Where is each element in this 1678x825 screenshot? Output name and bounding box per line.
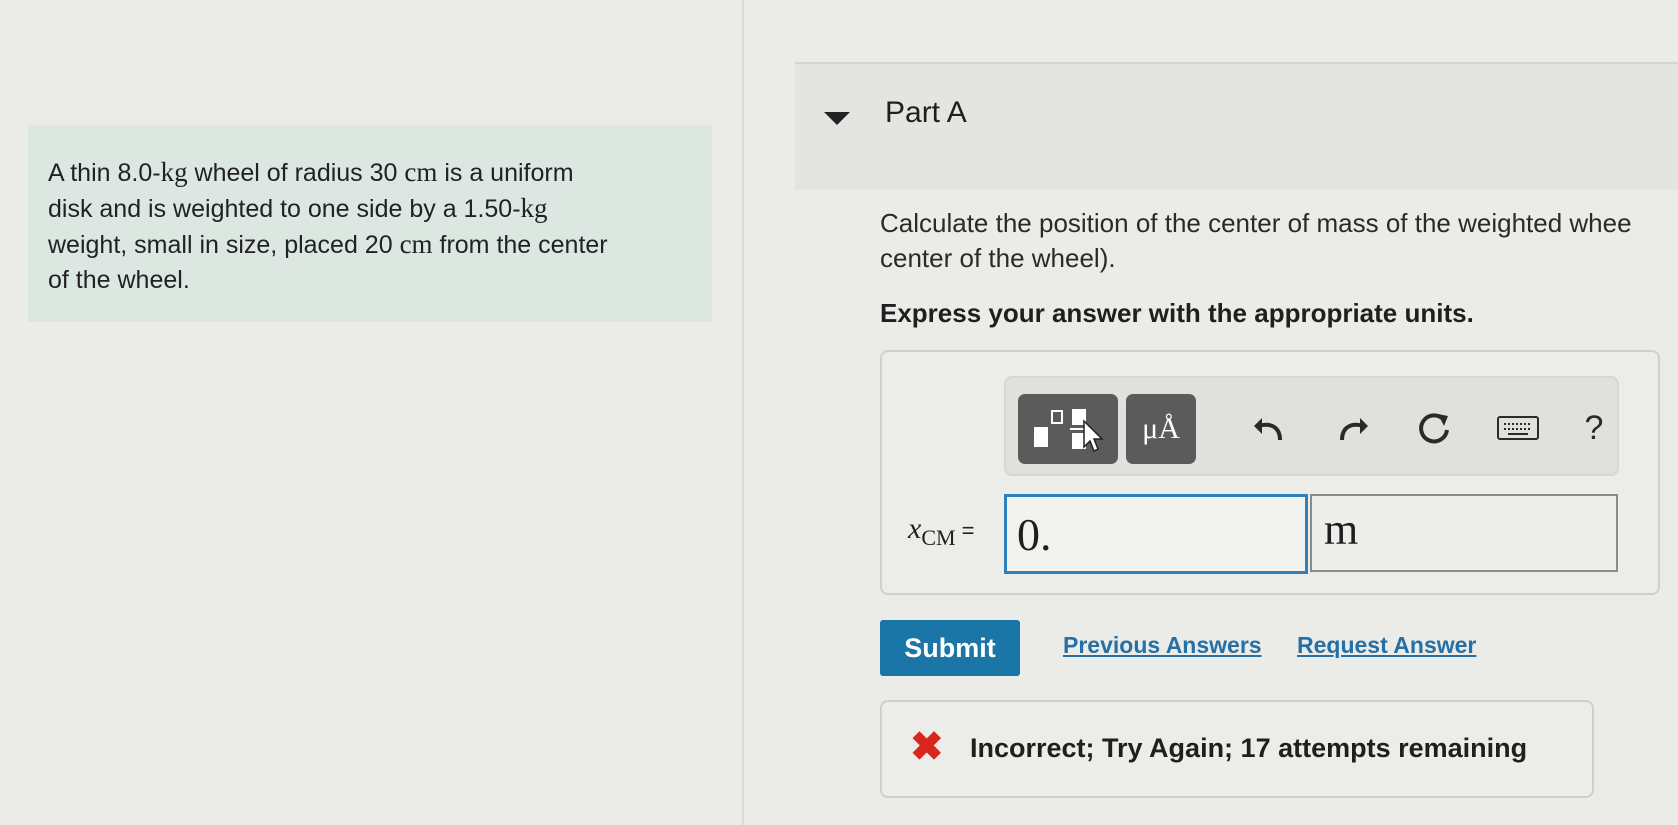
text: wheel of radius 30 [187, 159, 405, 187]
feedback-message: Incorrect; Try Again; 17 attempts remain… [970, 733, 1528, 763]
equals-sign: = [961, 518, 975, 543]
unit-input[interactable]: m [1310, 494, 1618, 572]
panel-divider [742, 0, 744, 825]
problem-line-2: disk and is weighted to one side by a 1.… [48, 191, 692, 227]
help-icon[interactable]: ? [1566, 400, 1622, 456]
caret-down-icon[interactable] [824, 112, 850, 125]
units-button[interactable]: μÅ [1126, 394, 1196, 464]
question-line-1: Calculate the position of the center of … [880, 208, 1632, 238]
incorrect-x-icon: ✖ [910, 725, 944, 769]
keyboard-glyph [1497, 416, 1539, 440]
text: A thin 8.0- [48, 159, 161, 187]
reset-glyph [1419, 413, 1449, 444]
redo-glyph [1340, 418, 1368, 441]
question-line-2: center of the wheel). [880, 243, 1116, 273]
problem-line-4: of the wheel. [48, 266, 190, 294]
templates-icon [1034, 409, 1104, 453]
math-toolbar: μÅ ? [1004, 376, 1619, 476]
problem-statement: A thin 8.0-kg wheel of radius 30 cm is a… [28, 125, 712, 322]
unit-cm: cm [399, 229, 433, 259]
unit-kg: kg [160, 157, 188, 187]
answer-instruction: Express your answer with the appropriate… [880, 298, 1474, 328]
value-input[interactable] [1004, 494, 1308, 574]
redo-icon[interactable] [1324, 400, 1380, 456]
unit-kg: kg [520, 193, 548, 223]
request-answer-link[interactable]: Request Answer [1297, 632, 1476, 659]
text: from the center [432, 231, 608, 259]
unit-cm: cm [404, 157, 438, 187]
text: is a uniform [437, 159, 574, 187]
variable: x [908, 512, 922, 545]
part-a-header[interactable]: Part A [795, 62, 1678, 190]
text: weight, small in size, placed 20 [48, 231, 400, 259]
text: disk and is weighted to one side by a 1.… [48, 195, 521, 223]
problem-line-3: weight, small in size, placed 20 cm from… [48, 227, 692, 263]
submit-button[interactable]: Submit [880, 620, 1020, 676]
answer-panel: μÅ ? xCM = 0. m [880, 350, 1660, 595]
templates-button[interactable] [1018, 394, 1118, 464]
question-text: Calculate the position of the center of … [880, 206, 1678, 276]
answer-variable-label: xCM = [908, 512, 974, 551]
problem-line-1: A thin 8.0-kg wheel of radius 30 cm is a… [48, 155, 692, 191]
reset-icon[interactable] [1406, 400, 1462, 456]
undo-icon[interactable] [1242, 400, 1298, 456]
keyboard-icon[interactable] [1490, 400, 1546, 456]
variable-subscript: CM [921, 525, 956, 550]
feedback-box: ✖ Incorrect; Try Again; 17 attempts rema… [880, 700, 1594, 798]
part-title: Part A [885, 96, 967, 129]
previous-answers-link[interactable]: Previous Answers [1063, 632, 1262, 659]
undo-glyph [1254, 418, 1282, 441]
